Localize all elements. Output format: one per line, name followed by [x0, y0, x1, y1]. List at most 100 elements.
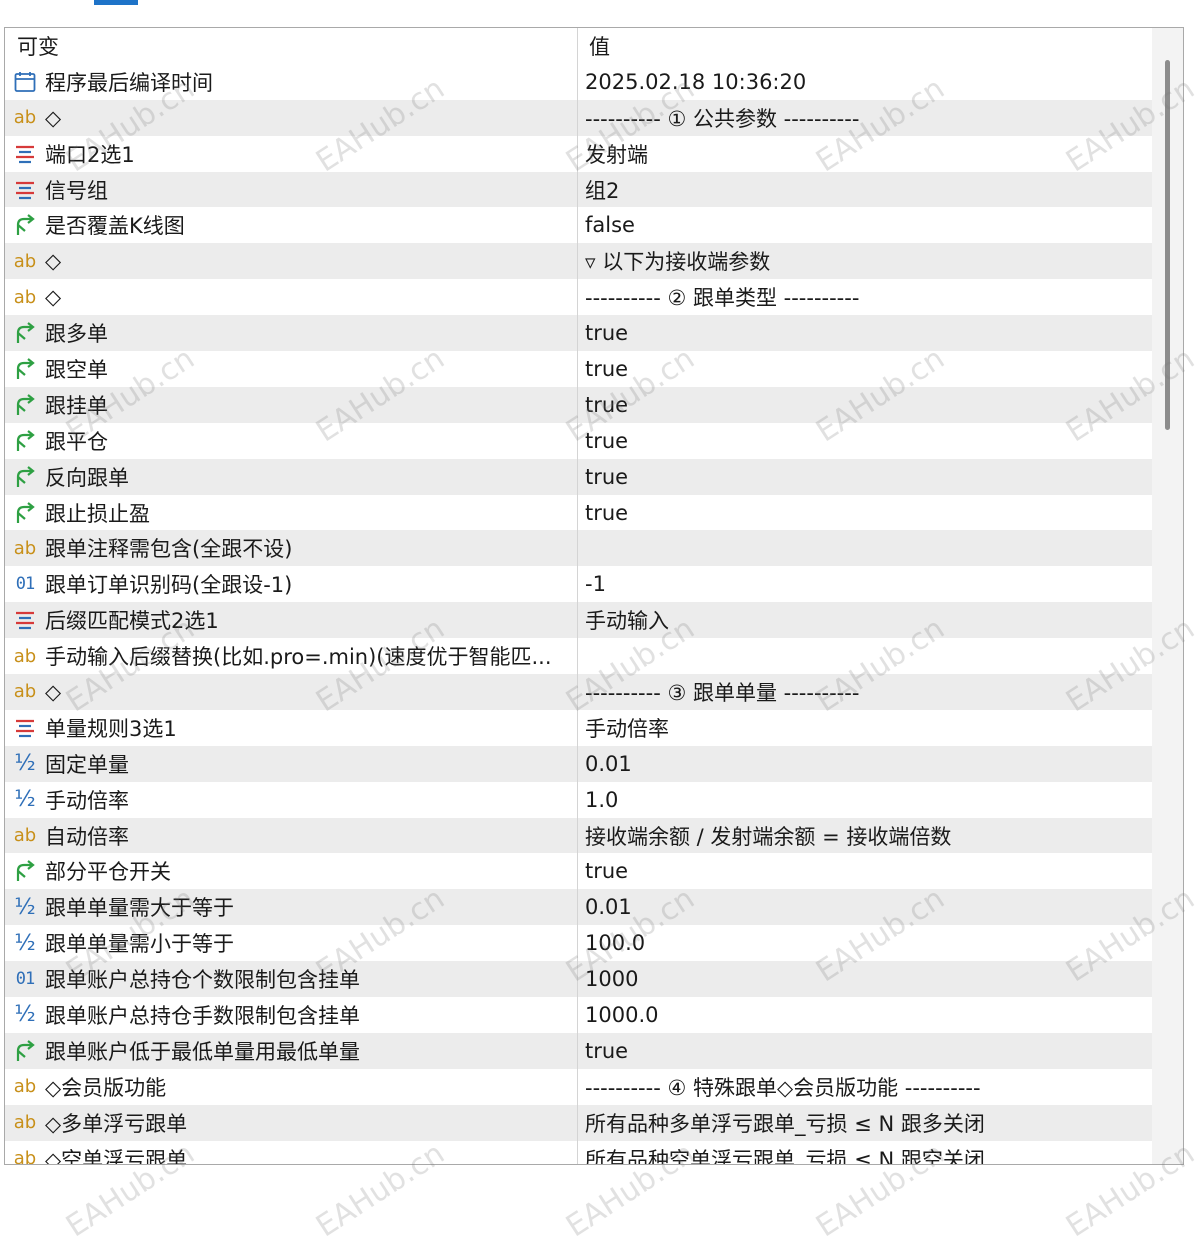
- row-value-cell[interactable]: true: [585, 387, 1150, 423]
- row-value-cell[interactable]: false: [585, 207, 1150, 243]
- row-value[interactable]: 手动输入: [585, 605, 669, 635]
- table-row[interactable]: ab ◇空单浮亏跟单 所有品种空单浮亏跟单_亏损 ≤ N 跟空关闭: [5, 1140, 1152, 1164]
- table-row[interactable]: 跟平仓 true: [5, 422, 1152, 459]
- table-row[interactable]: 是否覆盖K线图 false: [5, 207, 1152, 244]
- row-value-cell[interactable]: [585, 530, 1150, 566]
- row-value-cell[interactable]: 手动输入: [585, 602, 1150, 638]
- row-value[interactable]: 所有品种多单浮亏跟单_亏损 ≤ N 跟多关闭: [585, 1108, 985, 1138]
- row-name-cell: 反向跟单: [11, 459, 574, 495]
- row-value[interactable]: 1.0: [585, 788, 618, 812]
- row-value[interactable]: ---------- ② 跟单类型 ----------: [585, 282, 859, 312]
- column-header-value[interactable]: 值: [589, 28, 1149, 64]
- row-value-cell[interactable]: 2025.02.18 10:36:20: [585, 64, 1150, 100]
- column-header-name[interactable]: 可变: [17, 28, 572, 64]
- row-value[interactable]: true: [585, 1039, 628, 1063]
- row-value-cell[interactable]: ---------- ④ 特殊跟单◇会员版功能 ----------: [585, 1069, 1150, 1105]
- table-row[interactable]: 01 跟单账户总持仓个数限制包含挂单 1000: [5, 961, 1152, 998]
- row-value-cell[interactable]: 0.01: [585, 889, 1150, 925]
- row-name-cell: ab 跟单注释需包含(全跟不设): [11, 530, 574, 566]
- table-row[interactable]: ab ◇多单浮亏跟单 所有品种多单浮亏跟单_亏损 ≤ N 跟多关闭: [5, 1104, 1152, 1141]
- row-value-cell[interactable]: 发射端: [585, 136, 1150, 172]
- row-value-cell[interactable]: 1.0: [585, 782, 1150, 818]
- table-row[interactable]: ½ 跟单单量需小于等于 100.0: [5, 925, 1152, 962]
- row-value[interactable]: false: [585, 213, 635, 237]
- table-row[interactable]: ½ 固定单量 0.01: [5, 745, 1152, 782]
- table-row[interactable]: 程序最后编译时间 2025.02.18 10:36:20: [5, 63, 1152, 100]
- row-value-cell[interactable]: 1000.0: [585, 997, 1150, 1033]
- row-value[interactable]: 发射端: [585, 139, 648, 169]
- row-value-cell[interactable]: 所有品种多单浮亏跟单_亏损 ≤ N 跟多关闭: [585, 1105, 1150, 1141]
- table-row[interactable]: 部分平仓开关 true: [5, 853, 1152, 890]
- table-row[interactable]: 跟单账户低于最低单量用最低单量 true: [5, 1032, 1152, 1069]
- table-row[interactable]: 单量规则3选1 手动倍率: [5, 709, 1152, 746]
- row-value[interactable]: 手动倍率: [585, 713, 669, 743]
- scrollbar-thumb[interactable]: [1165, 60, 1170, 430]
- row-value[interactable]: ---------- ③ 跟单单量 ----------: [585, 677, 859, 707]
- row-value-cell[interactable]: -1: [585, 566, 1150, 602]
- table-row[interactable]: 反向跟单 true: [5, 458, 1152, 495]
- table-row[interactable]: ab ◇ ---------- ① 公共参数 ----------: [5, 99, 1152, 136]
- row-value-cell[interactable]: 手动倍率: [585, 710, 1150, 746]
- row-name-cell: 跟多单: [11, 315, 574, 351]
- row-value-cell[interactable]: 1000: [585, 961, 1150, 997]
- row-value-cell[interactable]: true: [585, 459, 1150, 495]
- row-value-cell[interactable]: true: [585, 1033, 1150, 1069]
- table-row[interactable]: ab ◇ ---------- ② 跟单类型 ----------: [5, 279, 1152, 316]
- row-value[interactable]: 0.01: [585, 752, 632, 776]
- row-value-cell[interactable]: 组2: [585, 172, 1150, 208]
- row-value-cell[interactable]: 接收端余额 / 发射端余额 = 接收端倍数: [585, 818, 1150, 854]
- table-row[interactable]: 跟多单 true: [5, 315, 1152, 352]
- table-row[interactable]: ½ 手动倍率 1.0: [5, 781, 1152, 818]
- row-value-cell[interactable]: 0.01: [585, 746, 1150, 782]
- row-value-cell[interactable]: 100.0: [585, 925, 1150, 961]
- column-divider[interactable]: [577, 28, 578, 1164]
- row-value-cell[interactable]: true: [585, 423, 1150, 459]
- row-value[interactable]: ---------- ① 公共参数 ----------: [585, 103, 859, 133]
- row-value-cell[interactable]: ---------- ① 公共参数 ----------: [585, 100, 1150, 136]
- row-value[interactable]: ---------- ④ 特殊跟单◇会员版功能 ----------: [585, 1072, 981, 1102]
- row-value-cell[interactable]: 所有品种空单浮亏跟单_亏损 ≤ N 跟空关闭: [585, 1141, 1150, 1164]
- row-value-cell[interactable]: [585, 638, 1150, 674]
- table-row[interactable]: ½ 跟单账户总持仓手数限制包含挂单 1000.0: [5, 997, 1152, 1033]
- row-value[interactable]: 0.01: [585, 895, 632, 919]
- row-value[interactable]: true: [585, 357, 628, 381]
- table-row[interactable]: ½ 跟单单量需大于等于 0.01: [5, 889, 1152, 926]
- row-value[interactable]: -1: [585, 572, 606, 596]
- table-row[interactable]: ab ◇ ---------- ③ 跟单单量 ----------: [5, 674, 1152, 710]
- row-value[interactable]: 组2: [585, 175, 619, 205]
- table-row[interactable]: 跟挂单 true: [5, 386, 1152, 423]
- row-value[interactable]: 1000: [585, 967, 638, 991]
- table-row[interactable]: 跟空单 true: [5, 351, 1152, 387]
- row-value-cell[interactable]: true: [585, 315, 1150, 351]
- row-name: ◇: [45, 105, 62, 130]
- table-row[interactable]: 信号组 组2: [5, 171, 1152, 208]
- row-value-cell[interactable]: true: [585, 853, 1150, 889]
- row-value[interactable]: ▿ 以下为接收端参数: [585, 246, 770, 276]
- row-value[interactable]: true: [585, 465, 628, 489]
- table-row[interactable]: 后缀匹配模式2选1 手动输入: [5, 602, 1152, 639]
- table-row[interactable]: ab 自动倍率 接收端余额 / 发射端余额 = 接收端倍数: [5, 817, 1152, 854]
- row-value[interactable]: 100.0: [585, 931, 645, 955]
- row-value[interactable]: true: [585, 393, 628, 417]
- vertical-scrollbar[interactable]: [1152, 28, 1183, 1164]
- row-value[interactable]: 2025.02.18 10:36:20: [585, 70, 806, 94]
- row-value-cell[interactable]: ▿ 以下为接收端参数: [585, 243, 1150, 279]
- row-value[interactable]: 接收端余额 / 发射端余额 = 接收端倍数: [585, 821, 951, 851]
- row-value[interactable]: true: [585, 859, 628, 883]
- row-value-cell[interactable]: true: [585, 495, 1150, 531]
- table-row[interactable]: 跟止损止盈 true: [5, 494, 1152, 531]
- row-value-cell[interactable]: ---------- ② 跟单类型 ----------: [585, 279, 1150, 315]
- row-value-cell[interactable]: true: [585, 351, 1150, 387]
- row-value[interactable]: true: [585, 429, 628, 453]
- table-row[interactable]: ab 手动输入后缀替换(比如.pro=.min)(速度优于智能匹...: [5, 638, 1152, 675]
- table-row[interactable]: 01 跟单订单识别码(全跟设-1) -1: [5, 566, 1152, 603]
- row-value[interactable]: 1000.0: [585, 1003, 658, 1027]
- table-row[interactable]: ab 跟单注释需包含(全跟不设): [5, 530, 1152, 567]
- row-value[interactable]: true: [585, 501, 628, 525]
- table-row[interactable]: 端口2选1 发射端: [5, 135, 1152, 172]
- row-value[interactable]: 所有品种空单浮亏跟单_亏损 ≤ N 跟空关闭: [585, 1144, 985, 1164]
- table-row[interactable]: ab ◇ ▿ 以下为接收端参数: [5, 243, 1152, 280]
- table-row[interactable]: ab ◇会员版功能 ---------- ④ 特殊跟单◇会员版功能 --------…: [5, 1068, 1152, 1105]
- row-value[interactable]: true: [585, 321, 628, 345]
- row-value-cell[interactable]: ---------- ③ 跟单单量 ----------: [585, 674, 1150, 710]
